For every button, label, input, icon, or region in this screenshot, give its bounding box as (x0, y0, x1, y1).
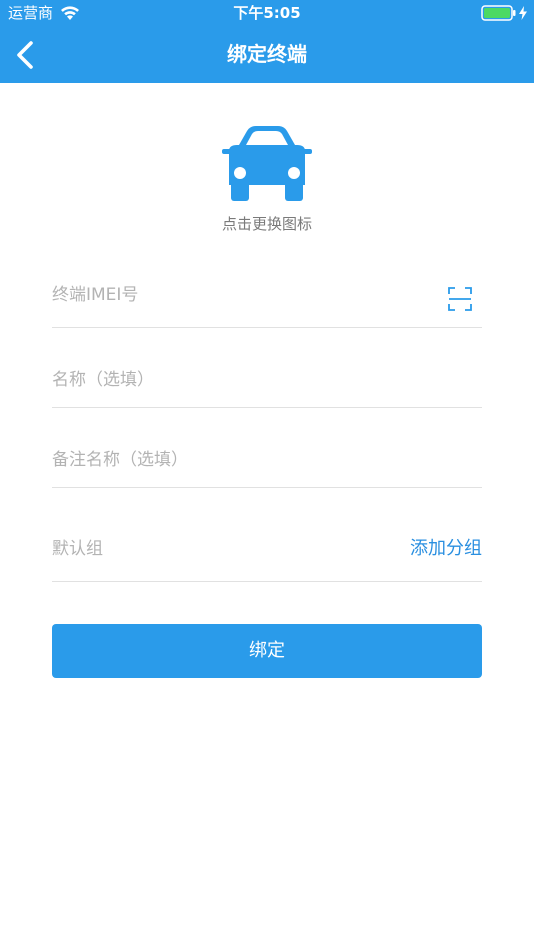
bind-button[interactable]: 绑定 (52, 624, 482, 678)
scan-icon[interactable] (448, 287, 472, 311)
page-title: 绑定终端 (227, 42, 307, 66)
header: 运营商 下午5:05 绑定终端 (0, 0, 534, 83)
remark-field-row (52, 432, 482, 488)
status-bar: 运营商 下午5:05 (0, 0, 534, 27)
add-group-link[interactable]: 添加分组 (410, 537, 482, 561)
imei-field-row (52, 262, 482, 328)
navigation-bar: 绑定终端 (0, 27, 534, 83)
battery-icon (481, 5, 516, 21)
name-input[interactable] (52, 352, 422, 407)
default-group-label[interactable]: 默认组 (52, 538, 103, 560)
charging-icon (519, 6, 527, 20)
change-icon-button[interactable]: 点击更换图标 (200, 118, 334, 238)
group-row: 默认组 添加分组 (52, 518, 482, 582)
car-icon (222, 126, 312, 201)
clock: 下午5:05 (233, 4, 301, 22)
imei-input[interactable] (52, 262, 422, 327)
change-icon-caption: 点击更换图标 (221, 215, 312, 233)
remark-name-input[interactable] (52, 432, 422, 487)
name-field-row (52, 352, 482, 408)
